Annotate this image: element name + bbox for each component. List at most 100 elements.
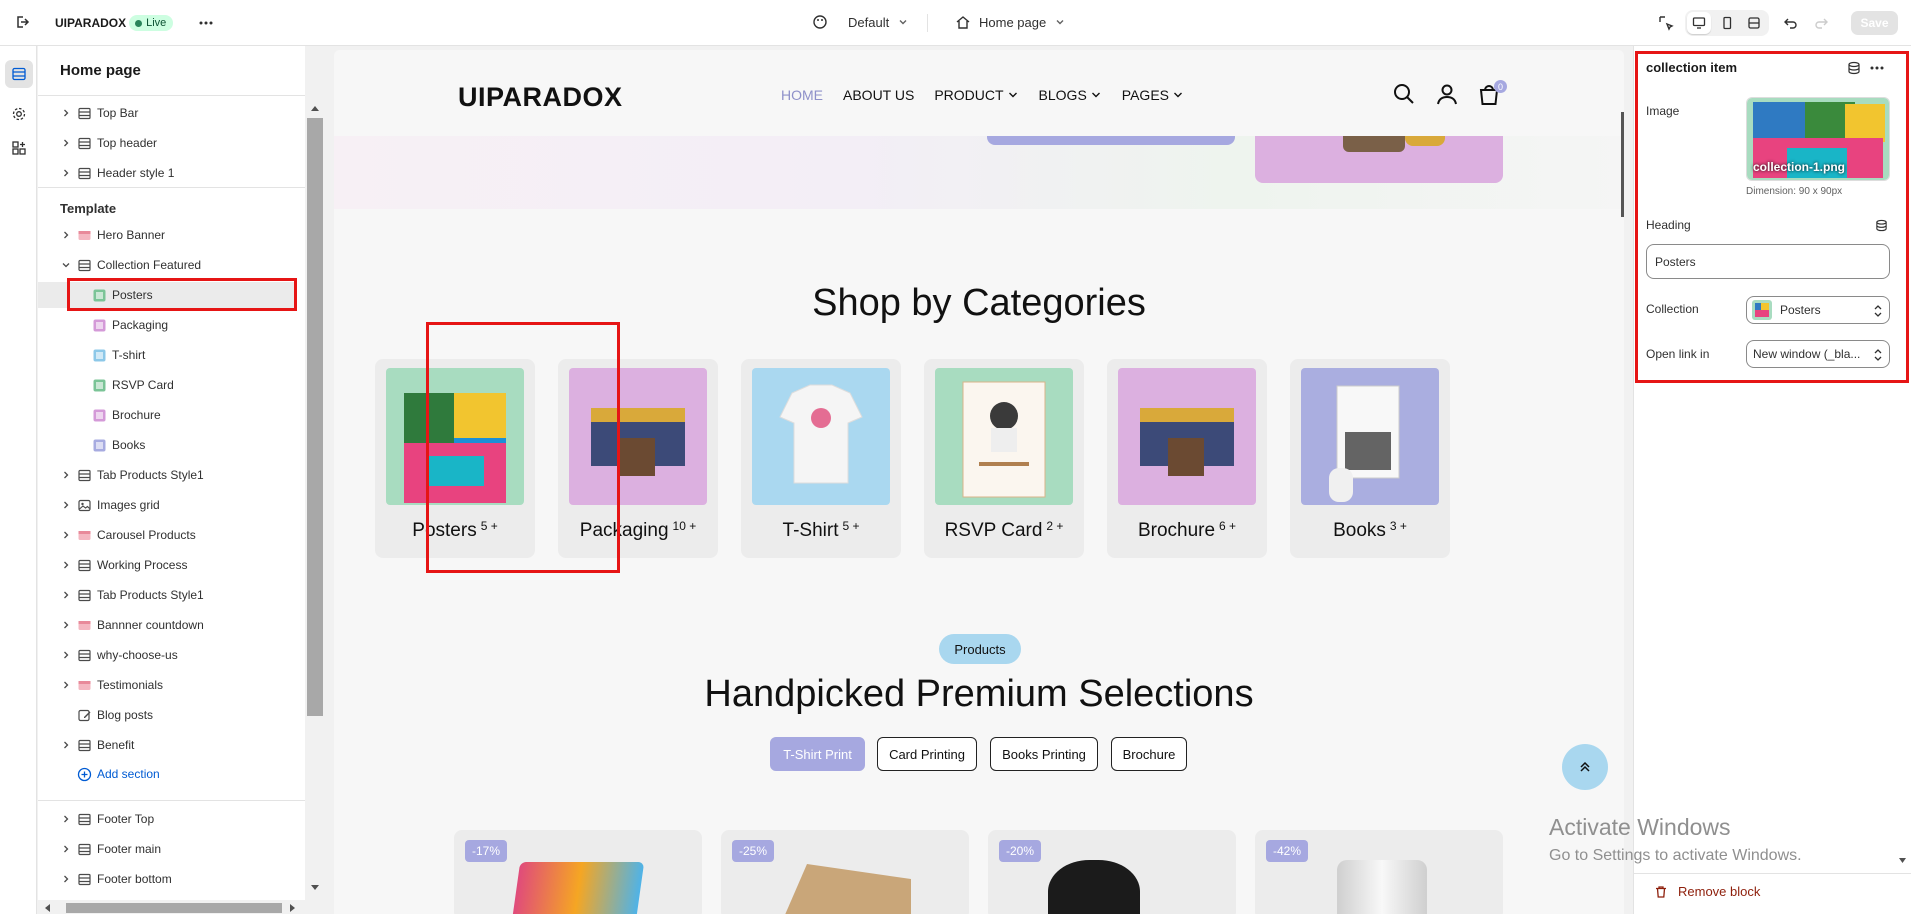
settings-gear-icon[interactable] bbox=[5, 100, 33, 128]
panel-scroll-thumb[interactable] bbox=[307, 118, 323, 716]
remove-block-button[interactable]: Remove block bbox=[1654, 884, 1760, 899]
category-card[interactable]: RSVP Card 2 + bbox=[924, 359, 1084, 558]
product-card[interactable]: -42% bbox=[1255, 830, 1503, 914]
undo-icon[interactable] bbox=[1783, 15, 1799, 31]
chevron-right-icon[interactable] bbox=[60, 619, 72, 631]
exit-icon[interactable] bbox=[14, 14, 30, 30]
tab-card-printing[interactable]: Card Printing bbox=[877, 737, 977, 771]
chevron-right-icon[interactable] bbox=[60, 137, 72, 149]
product-card[interactable]: -25% bbox=[721, 830, 969, 914]
products-heading: Handpicked Premium Selections bbox=[704, 673, 1254, 715]
mobile-icon[interactable] bbox=[1715, 12, 1739, 34]
more-options-icon[interactable] bbox=[1869, 61, 1885, 75]
chevron-right-icon[interactable] bbox=[60, 167, 72, 179]
tab-books-printing[interactable]: Books Printing bbox=[990, 737, 1098, 771]
chevron-right-icon[interactable] bbox=[60, 649, 72, 661]
section-item-benefit[interactable]: Benefit bbox=[38, 732, 296, 758]
nav-product[interactable]: PRODUCT bbox=[934, 87, 1018, 103]
dynamic-source-icon[interactable] bbox=[1875, 219, 1888, 232]
chevron-right-icon[interactable] bbox=[60, 589, 72, 601]
section-item-footer-top[interactable]: Footer Top bbox=[38, 806, 296, 832]
panel-hscroll-thumb[interactable] bbox=[66, 903, 282, 913]
section-item-header-style-1[interactable]: Header style 1 bbox=[38, 160, 296, 186]
chevron-right-icon[interactable] bbox=[60, 107, 72, 119]
chevron-right-icon[interactable] bbox=[60, 469, 72, 481]
section-item-blog-posts[interactable]: Blog posts bbox=[38, 702, 296, 728]
category-card[interactable]: T-Shirt 5 + bbox=[741, 359, 901, 558]
section-item-footer-main[interactable]: Footer main bbox=[38, 836, 296, 862]
fullscreen-icon[interactable] bbox=[1742, 12, 1766, 34]
section-item-images-grid[interactable]: Images grid bbox=[38, 492, 296, 518]
nav-home[interactable]: HOME bbox=[781, 87, 823, 103]
chevron-right-icon[interactable] bbox=[60, 559, 72, 571]
block-item-posters[interactable]: Posters bbox=[38, 282, 296, 308]
collection-picker[interactable]: Posters bbox=[1746, 296, 1890, 324]
category-card[interactable]: Books 3 + bbox=[1290, 359, 1450, 558]
block-item-t-shirt[interactable]: T-shirt bbox=[38, 342, 296, 368]
site-logo[interactable]: UIPARADOX bbox=[458, 82, 623, 113]
block-item-brochure[interactable]: Brochure bbox=[38, 402, 296, 428]
database-icon[interactable] bbox=[1847, 61, 1861, 75]
add-section-button[interactable]: Add section bbox=[38, 761, 296, 787]
category-card[interactable]: Packaging 10 + bbox=[558, 359, 718, 558]
nav-about[interactable]: ABOUT US bbox=[843, 87, 914, 103]
chevron-right-icon[interactable] bbox=[60, 843, 72, 855]
category-card[interactable]: Posters 5 + bbox=[375, 359, 535, 558]
image-picker[interactable]: collection-1.png bbox=[1746, 97, 1890, 181]
tab-brochure[interactable]: Brochure bbox=[1111, 737, 1187, 771]
chevron-down-icon[interactable] bbox=[60, 259, 72, 271]
section-item-footer-bottom[interactable]: Footer bottom bbox=[38, 866, 296, 892]
redo-icon[interactable] bbox=[1813, 15, 1829, 31]
chevron-right-icon[interactable] bbox=[60, 813, 72, 825]
block-item-rsvp-card[interactable]: RSVP Card bbox=[38, 372, 296, 398]
search-icon[interactable] bbox=[1392, 82, 1416, 106]
section-item-tab-products-style1[interactable]: Tab Products Style1 bbox=[38, 462, 296, 488]
scroll-left-icon[interactable] bbox=[43, 903, 51, 913]
chevron-right-icon[interactable] bbox=[60, 739, 72, 751]
page-select[interactable]: Home page bbox=[955, 14, 1066, 30]
products-pill: Products bbox=[939, 634, 1021, 664]
nav-pages[interactable]: PAGES bbox=[1122, 87, 1184, 103]
product-card[interactable]: -17% bbox=[454, 830, 702, 914]
section-item-top-bar[interactable]: Top Bar bbox=[38, 100, 296, 126]
theme-select[interactable]: Default bbox=[812, 14, 909, 30]
section-item-testimonials[interactable]: Testimonials bbox=[38, 672, 296, 698]
apps-icon[interactable] bbox=[5, 134, 33, 162]
section-item-working-process[interactable]: Working Process bbox=[38, 552, 296, 578]
chevron-right-icon[interactable] bbox=[60, 679, 72, 691]
block-item-packaging[interactable]: Packaging bbox=[38, 312, 296, 338]
scroll-down-icon[interactable] bbox=[1898, 857, 1907, 865]
section-item-top-header[interactable]: Top header bbox=[38, 130, 296, 156]
more-options-icon[interactable] bbox=[198, 15, 214, 31]
section-item-carousel-products[interactable]: Carousel Products bbox=[38, 522, 296, 548]
scroll-down-icon[interactable] bbox=[310, 884, 320, 892]
section-item-collection-featured[interactable]: Collection Featured bbox=[38, 252, 296, 278]
account-icon[interactable] bbox=[1435, 82, 1459, 106]
chevron-right-icon[interactable] bbox=[60, 229, 72, 241]
section-item-bannner-countdown[interactable]: Bannner countdown bbox=[38, 612, 296, 638]
back-to-top-button[interactable] bbox=[1562, 744, 1608, 790]
save-button[interactable]: Save bbox=[1851, 11, 1898, 35]
chevron-right-icon[interactable] bbox=[60, 873, 72, 885]
section-item-why-choose-us[interactable]: why-choose-us bbox=[38, 642, 296, 668]
scroll-right-icon[interactable] bbox=[289, 903, 297, 913]
hero-banner-bottom bbox=[334, 136, 1624, 209]
category-card[interactable]: Brochure 6 + bbox=[1107, 359, 1267, 558]
product-card[interactable]: -20% bbox=[988, 830, 1236, 914]
discount-badge: -20% bbox=[999, 840, 1042, 862]
heading-input[interactable]: Posters bbox=[1646, 244, 1890, 279]
section-item-hero-banner[interactable]: Hero Banner bbox=[38, 222, 296, 248]
chevron-right-icon[interactable] bbox=[60, 529, 72, 541]
section-item-tab-products-style1[interactable]: Tab Products Style1 bbox=[38, 582, 296, 608]
open-link-select[interactable]: New window (_bla... bbox=[1746, 340, 1890, 368]
inspector-icon[interactable] bbox=[1658, 15, 1674, 31]
preview-scroll-thumb[interactable] bbox=[1621, 112, 1624, 217]
scroll-up-icon[interactable] bbox=[310, 104, 320, 112]
desktop-icon[interactable] bbox=[1687, 12, 1711, 34]
nav-blogs[interactable]: BLOGS bbox=[1039, 87, 1102, 103]
tab-tshirt-print[interactable]: T-Shirt Print bbox=[770, 737, 865, 771]
nav-product-label: PRODUCT bbox=[934, 87, 1004, 103]
block-item-books[interactable]: Books bbox=[38, 432, 296, 458]
chevron-right-icon[interactable] bbox=[60, 499, 72, 511]
sections-icon[interactable] bbox=[5, 60, 33, 88]
